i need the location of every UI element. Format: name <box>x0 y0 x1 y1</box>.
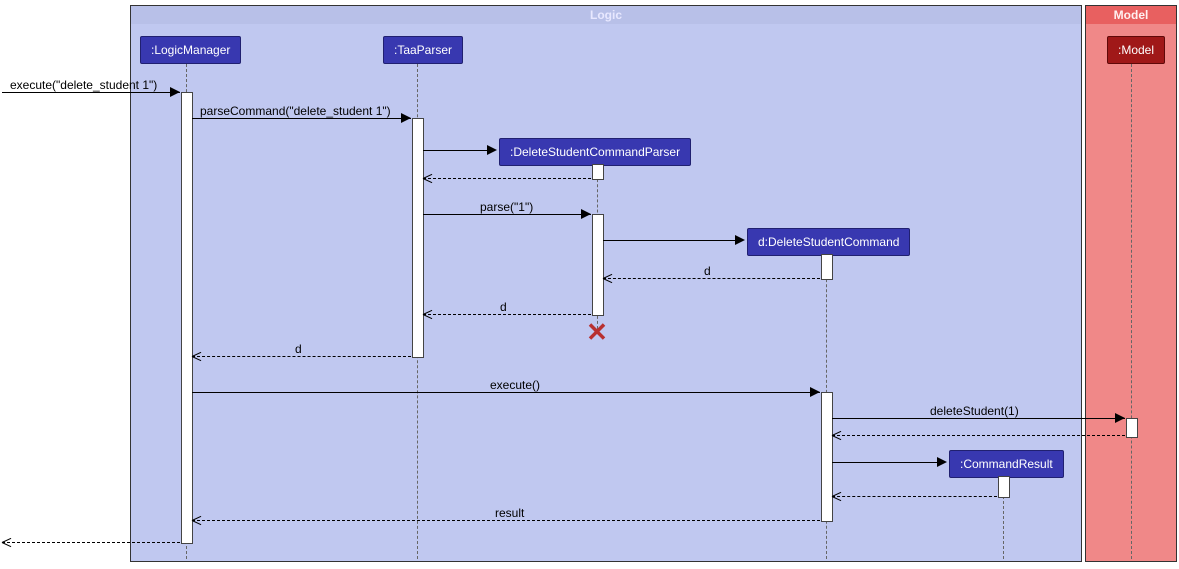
msg-parse: parse("1") <box>480 200 533 214</box>
msg-parsecommand: parseCommand("delete_student 1") <box>200 104 391 118</box>
arrow-d3 <box>192 356 411 357</box>
activation-mdl <box>1126 418 1138 438</box>
participant-dscp: :DeleteStudentCommandParser <box>499 138 691 166</box>
activation-dsc-1 <box>821 254 833 280</box>
ah-create-dscp <box>487 145 497 155</box>
activation-tp <box>412 118 424 358</box>
ah-create-cr <box>937 457 947 467</box>
participant-taaparser: :TaaParser <box>383 36 463 64</box>
activation-lm <box>181 92 193 544</box>
arrow-create-dsc <box>603 240 743 241</box>
arrow-d2 <box>423 314 591 315</box>
arrow-parsecommand <box>192 118 411 119</box>
lifeline-model <box>1131 64 1132 559</box>
arrow-result <box>192 520 820 521</box>
participant-model: :Model <box>1107 36 1165 64</box>
ah-deletestudent <box>1115 413 1125 423</box>
ah-create-dsc <box>735 235 745 245</box>
ah-parsecommand <box>401 113 411 123</box>
msg-d3: d <box>295 342 302 356</box>
frame-model-label: Model <box>1086 6 1176 24</box>
arrow-ret-ext <box>2 542 180 543</box>
arrow-d1 <box>603 278 820 279</box>
msg-d1: d <box>704 264 711 278</box>
ah-execute-in <box>170 87 180 97</box>
arrow-ret-cr <box>832 496 997 497</box>
arrow-ret-dscp1 <box>423 178 591 179</box>
arrow-parse <box>423 214 591 215</box>
msg-execute-in: execute("delete_student 1") <box>10 78 157 92</box>
frame-logic: Logic <box>130 5 1082 562</box>
arrow-create-cr <box>832 462 945 463</box>
msg-execute: execute() <box>490 378 540 392</box>
activation-dsc-2 <box>821 392 833 522</box>
participant-cr: :CommandResult <box>949 450 1064 478</box>
arrow-execute <box>192 392 820 393</box>
destroy-dscp-icon: ✕ <box>585 320 609 344</box>
participant-dsc: d:DeleteStudentCommand <box>747 228 910 256</box>
msg-d2: d <box>500 300 507 314</box>
frame-logic-label: Logic <box>131 6 1081 24</box>
ah-parse <box>581 209 591 219</box>
arrow-execute-in <box>2 92 180 93</box>
activation-dscp-2 <box>592 214 604 316</box>
msg-deletestudent: deleteStudent(1) <box>930 404 1019 418</box>
ah-execute <box>810 387 820 397</box>
sequence-diagram: Logic Model :LogicManager :TaaParser :De… <box>0 0 1179 569</box>
participant-logicmanager: :LogicManager <box>140 36 241 64</box>
msg-result: result <box>495 506 524 520</box>
activation-dscp-1 <box>592 164 604 180</box>
arrow-ret-model <box>832 435 1125 436</box>
arrow-deletestudent <box>832 418 1125 419</box>
arrow-create-dscp <box>423 150 495 151</box>
activation-cr <box>998 476 1010 498</box>
